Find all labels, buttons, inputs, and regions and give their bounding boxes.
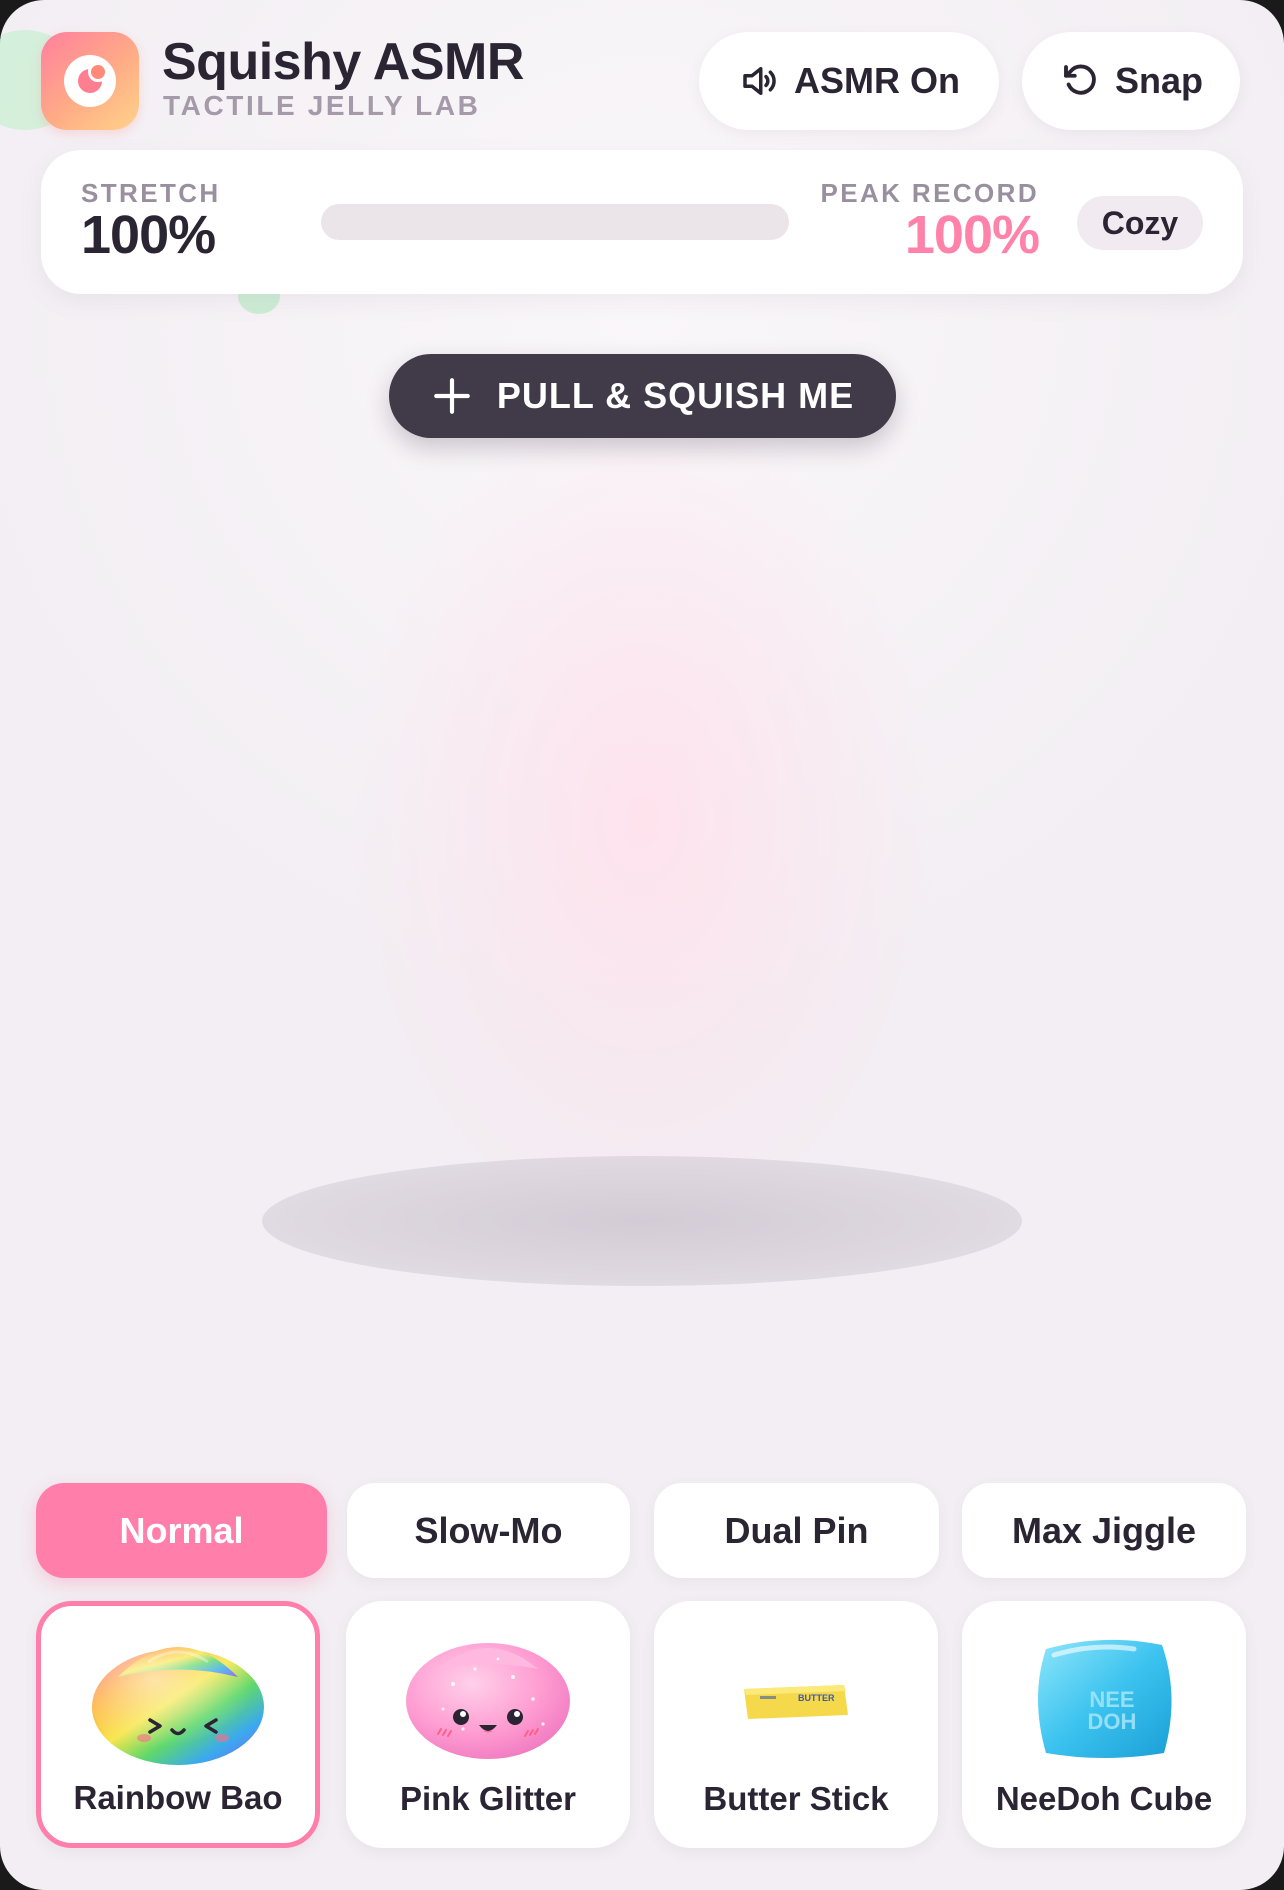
mode-tab-dual-pin[interactable]: Dual Pin — [654, 1483, 939, 1578]
mode-tab-normal[interactable]: Normal — [36, 1483, 327, 1578]
snap-label: Snap — [1114, 60, 1203, 101]
pull-squish-button[interactable]: PULL & SQUISH ME — [389, 354, 896, 438]
stats-card: STRETCH 100% PEAK RECORD 100% Cozy — [41, 150, 1243, 294]
speaker-icon — [743, 67, 776, 95]
app-logo-icon — [41, 32, 139, 130]
toy-card-needoh-cube[interactable]: NEE DOH NeeDoh Cube — [962, 1601, 1246, 1848]
squishy-drop-shadow — [262, 1156, 1022, 1286]
toy-card-rainbow-bao[interactable]: Rainbow Bao — [36, 1601, 320, 1848]
asmr-toggle-button[interactable]: ASMR On — [699, 32, 999, 130]
pink-glitter-bao-icon — [406, 1643, 570, 1759]
toy-name: Butter Stick — [703, 1780, 889, 1817]
mode-tab-slow-mo[interactable]: Slow-Mo — [347, 1483, 630, 1578]
toy-name: Pink Glitter — [399, 1780, 577, 1817]
pull-squish-label: PULL & SQUISH ME — [496, 375, 855, 416]
app-subtitle: TACTILE JELLY LAB — [163, 90, 481, 121]
rotate-ccw-icon — [1064, 64, 1096, 95]
peak-record-value: 100% — [904, 205, 1040, 265]
toy-card-butter-stick[interactable]: BUTTER Butter Stick — [654, 1601, 938, 1848]
app-title: Squishy ASMR — [162, 33, 524, 91]
mood-badge: Cozy — [1077, 196, 1203, 250]
toy-name: Rainbow Bao — [73, 1779, 283, 1816]
app-screen: Squishy ASMR TACTILE JELLY LAB ASMR On S… — [0, 0, 1284, 1890]
butter-wrapper-label: BUTTER — [798, 1693, 835, 1703]
plus-icon — [433, 378, 470, 414]
toy-name: NeeDoh Cube — [995, 1780, 1213, 1817]
rainbow-bao-icon — [92, 1644, 264, 1765]
snap-reset-button[interactable]: Snap — [1022, 32, 1240, 130]
asmr-toggle-label: ASMR On — [794, 60, 960, 101]
mode-tab-max-jiggle[interactable]: Max Jiggle — [962, 1483, 1246, 1578]
stretch-value: 100% — [81, 205, 216, 265]
needoh-cube-icon: NEE DOH — [1038, 1639, 1172, 1758]
stretch-progress-bar — [321, 204, 789, 240]
needoh-embossed-label: NEE DOH — [1088, 1687, 1137, 1734]
toy-card-pink-glitter[interactable]: Pink Glitter — [346, 1601, 630, 1848]
butter-stick-icon: BUTTER — [744, 1685, 848, 1719]
